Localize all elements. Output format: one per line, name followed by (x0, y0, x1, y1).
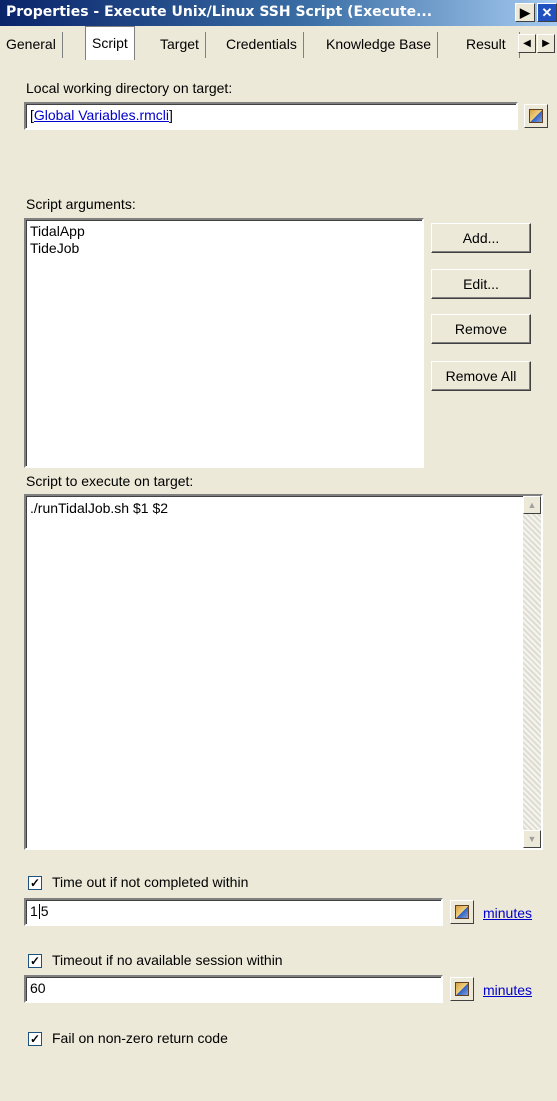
remove-argument-button[interactable]: Remove (431, 314, 531, 344)
timeout-unit-link[interactable]: minutes (483, 905, 532, 921)
list-item[interactable]: TideJob (30, 240, 79, 256)
script-arguments-label: Script arguments: (26, 196, 136, 212)
timeout-checkbox[interactable]: ✓ (28, 876, 42, 890)
working-dir-link[interactable]: Global Variables.rmcli (34, 107, 169, 123)
timeout-field[interactable]: 15 (24, 898, 443, 926)
timeout-value-end: 5 (40, 903, 49, 919)
scroll-down-icon[interactable]: ▼ (523, 830, 541, 848)
working-dir-value: [Global Variables.rmcli] (30, 107, 173, 123)
tab-general[interactable]: General (0, 32, 63, 58)
working-dir-picker-button[interactable] (524, 104, 548, 128)
script-arguments-list[interactable]: TidalApp TideJob (24, 218, 424, 468)
variable-picker-icon (455, 982, 469, 996)
working-dir-label: Local working directory on target: (26, 80, 233, 96)
title-bar: Properties - Execute Unix/Linux SSH Scri… (0, 0, 557, 26)
add-argument-button[interactable]: Add... (431, 223, 531, 253)
tab-knowledge-base[interactable]: Knowledge Base (320, 32, 439, 58)
triangle-right-icon[interactable]: ▶ (515, 3, 535, 22)
timeout-label: Time out if not completed within (52, 874, 249, 890)
fail-nonzero-checkbox[interactable]: ✓ (28, 1032, 42, 1046)
text-caret (38, 904, 40, 919)
working-dir-bracket-close: ] (169, 107, 173, 123)
close-icon[interactable]: ✕ (537, 3, 557, 22)
remove-all-arguments-button[interactable]: Remove All (431, 361, 531, 391)
window-title: Properties - Execute Unix/Linux SSH Scri… (6, 4, 433, 20)
working-dir-field[interactable]: [Global Variables.rmcli] (24, 102, 518, 130)
list-item[interactable]: TidalApp (30, 223, 85, 239)
variable-picker-icon (455, 905, 469, 919)
tab-script[interactable]: Script (85, 26, 135, 60)
script-text: ./runTidalJob.sh $1 $2 (30, 500, 169, 516)
timeout-value-start: 1 (30, 903, 38, 919)
tab-result[interactable]: Result (460, 32, 520, 58)
scroll-up-icon[interactable]: ▲ (523, 496, 541, 514)
tab-scroll-right-icon[interactable]: ▶ (537, 34, 555, 53)
script-label: Script to execute on target: (26, 473, 194, 489)
tab-strip: General Script Target Credentials Knowle… (0, 26, 557, 60)
session-timeout-checkbox[interactable]: ✓ (28, 954, 42, 968)
script-scrollbar[interactable]: ▲ ▼ (523, 496, 541, 848)
session-timeout-field[interactable]: 60 (24, 975, 443, 1003)
timeout-value: 15 (30, 903, 49, 919)
script-editor[interactable]: ./runTidalJob.sh $1 $2 ▲ ▼ (24, 494, 543, 850)
edit-argument-button[interactable]: Edit... (431, 269, 531, 299)
script-panel: Local working directory on target: [Glob… (2, 60, 557, 1101)
tab-scroll-left-icon[interactable]: ◀ (518, 34, 536, 53)
session-timeout-unit-link[interactable]: minutes (483, 982, 532, 998)
tab-target[interactable]: Target (154, 32, 206, 58)
session-timeout-label: Timeout if no available session within (52, 952, 283, 968)
fail-nonzero-label: Fail on non-zero return code (52, 1030, 228, 1046)
tab-credentials[interactable]: Credentials (220, 32, 304, 58)
session-timeout-picker-button[interactable] (450, 977, 474, 1001)
timeout-picker-button[interactable] (450, 900, 474, 924)
variable-picker-icon (529, 109, 543, 123)
session-timeout-value: 60 (30, 980, 46, 996)
